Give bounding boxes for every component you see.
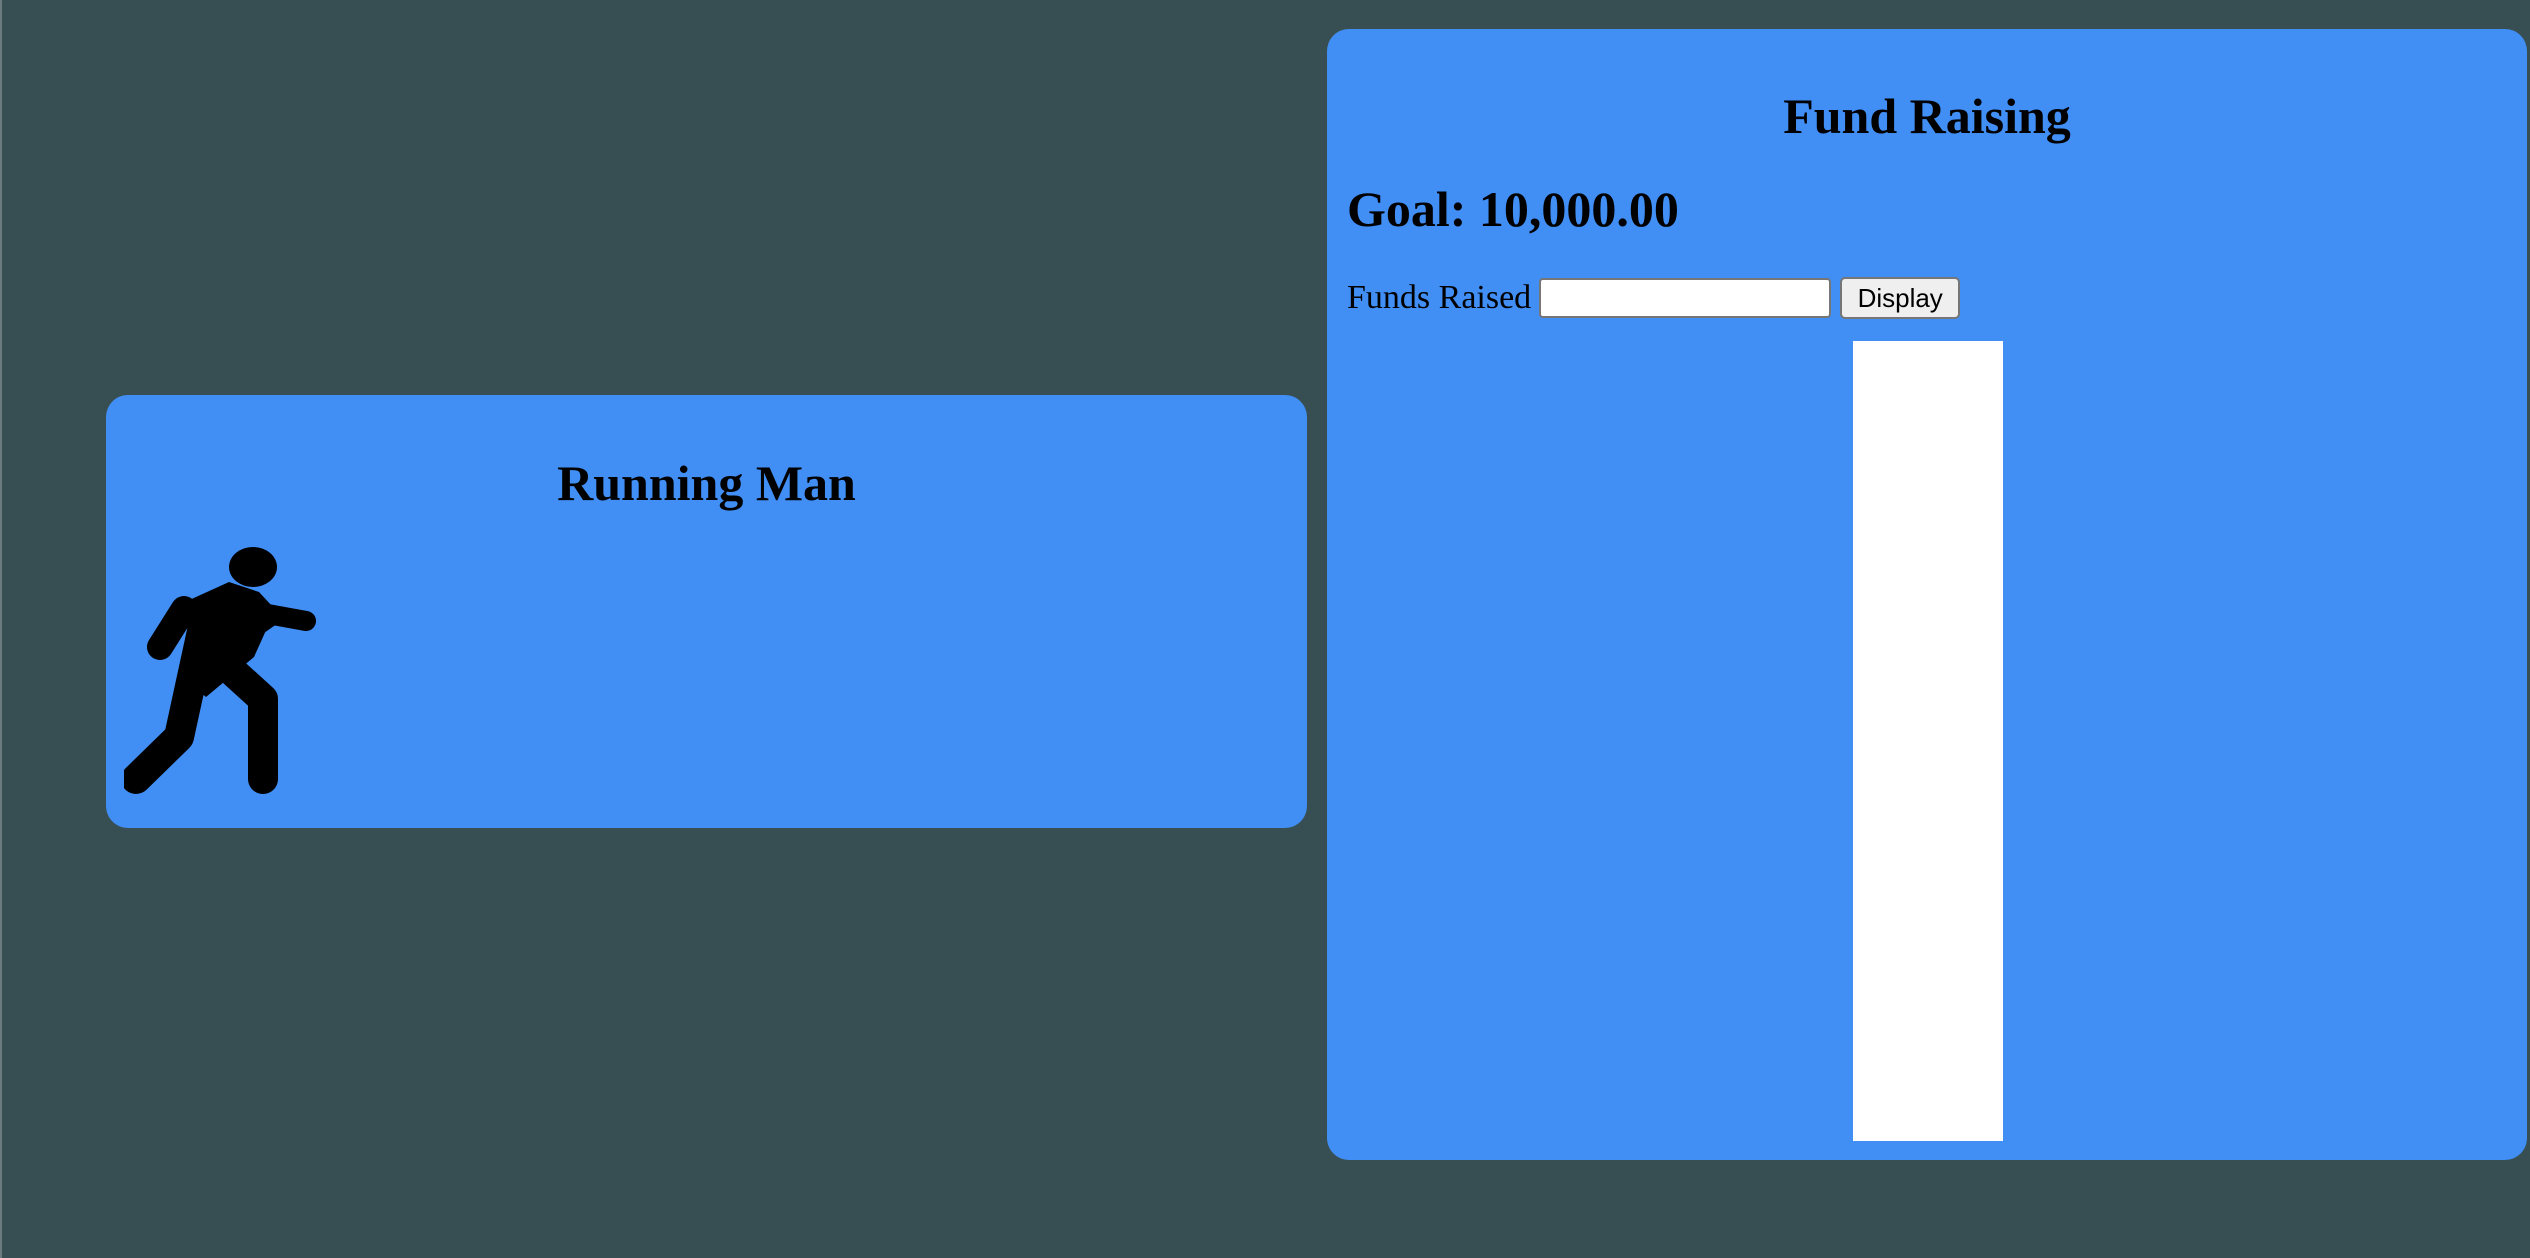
window-left-edge — [0, 0, 2, 1258]
fund-raising-card: Fund Raising Goal: 10,000.00 Funds Raise… — [1327, 29, 2527, 1160]
running-man-title: Running Man — [557, 455, 856, 511]
funds-raised-row: Funds Raised Display — [1347, 277, 1961, 319]
goal-text: Goal: 10,000.00 — [1347, 181, 1679, 237]
funds-raised-label: Funds Raised — [1347, 279, 1532, 316]
running-man-card: Running Man — [106, 395, 1307, 828]
funds-raised-input[interactable] — [1539, 278, 1832, 318]
fund-progress-bar — [1853, 341, 2003, 1141]
walking-man-icon — [124, 547, 316, 794]
fund-raising-title: Fund Raising — [1783, 88, 2071, 144]
display-button[interactable]: Display — [1840, 277, 1961, 319]
